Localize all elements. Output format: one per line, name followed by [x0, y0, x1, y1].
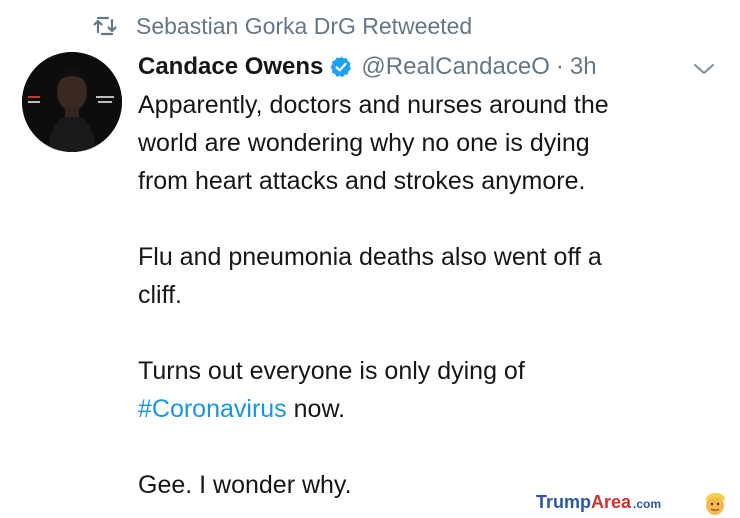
watermark-trump: Trump [536, 492, 592, 512]
tweet-text: Apparently, doctors and nurses around th… [138, 86, 718, 504]
tweet-screenshot: Sebastian Gorka DrG Retweeted Candace Ow… [0, 0, 740, 518]
tweet-paragraph: Turns out everyone is only dying of #Cor… [138, 352, 718, 428]
tweet-line: world are wondering why no one is dying [138, 129, 590, 157]
tweet-paragraph: Flu and pneumonia deaths also went off a… [138, 238, 718, 314]
tweet-line: Apparently, doctors and nurses around th… [138, 91, 609, 119]
tweet-timestamp[interactable]: 3h [570, 53, 597, 81]
author-handle[interactable]: @RealCandaceO [361, 53, 549, 81]
watermark: Trump Area .com [536, 492, 661, 513]
tweet-line: now. [286, 395, 346, 423]
tweet-line: cliff. [138, 281, 182, 309]
chevron-down-icon[interactable] [690, 58, 718, 80]
retweet-label[interactable]: Sebastian Gorka DrG Retweeted [136, 13, 472, 40]
tweet-line: Flu and pneumonia deaths also went off a [138, 243, 602, 271]
tweet-paragraph: Apparently, doctors and nurses around th… [138, 86, 718, 200]
separator-dot: · [555, 53, 564, 80]
retweet-context[interactable]: Sebastian Gorka DrG Retweeted [92, 10, 472, 42]
trump-face-logo [702, 490, 728, 516]
tweet-line: Gee. I wonder why. [138, 471, 352, 499]
verified-badge-icon [329, 55, 353, 79]
retweet-icon [92, 13, 118, 39]
tweet-header: Candace Owens @RealCandaceO · 3h [138, 50, 597, 84]
tweet-line: from heart attacks and strokes anymore. [138, 167, 586, 195]
watermark-com: .com [633, 497, 662, 511]
watermark-area: Area [591, 492, 632, 512]
avatar[interactable] [22, 52, 122, 152]
tweet-line: Turns out everyone is only dying of [138, 357, 525, 385]
hashtag-link[interactable]: #Coronavirus [138, 395, 287, 423]
author-name[interactable]: Candace Owens [138, 53, 323, 81]
